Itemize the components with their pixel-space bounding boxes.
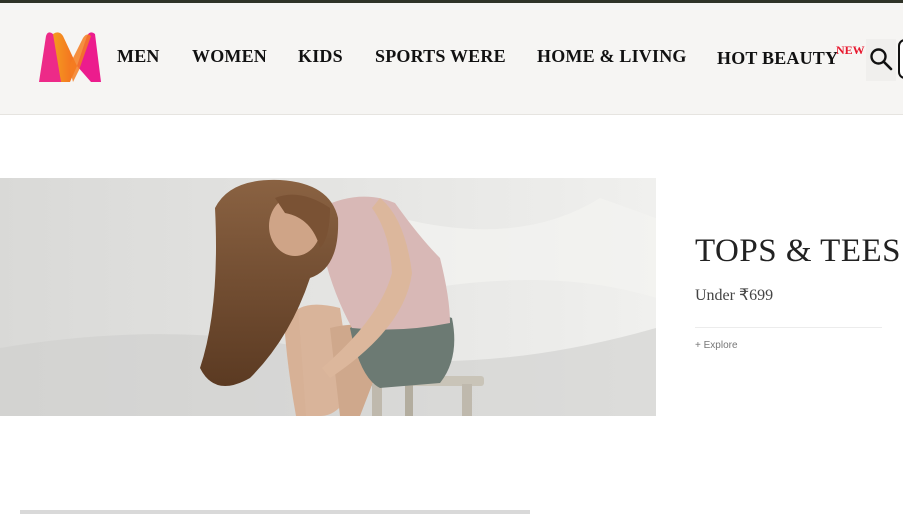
nav-home-living[interactable]: HOME & LIVING — [537, 46, 687, 67]
hero-title: TOPS & TEES — [695, 233, 901, 269]
nav-women[interactable]: WOMEN — [192, 46, 267, 67]
search-button[interactable] — [866, 39, 896, 81]
myntra-logo[interactable] — [33, 30, 107, 84]
profile-button[interactable] — [898, 39, 903, 79]
hero-image[interactable] — [0, 178, 656, 416]
horizontal-scrollbar[interactable] — [20, 510, 530, 514]
hero-subtitle: Under ₹699 — [695, 287, 774, 304]
new-badge: NEW — [836, 43, 865, 57]
explore-link[interactable]: + Explore — [695, 340, 738, 351]
nav-hot-beauty[interactable]: HOT BEAUTY — [717, 48, 838, 69]
hero-divider — [695, 327, 882, 328]
nav-sports[interactable]: SPORTS WERE — [375, 46, 506, 67]
search-icon — [870, 48, 893, 71]
site-header: MEN WOMEN KIDS SPORTS WERE HOME & LIVING… — [0, 3, 903, 115]
nav-men[interactable]: MEN — [117, 46, 160, 67]
nav-kids[interactable]: KIDS — [298, 46, 343, 67]
